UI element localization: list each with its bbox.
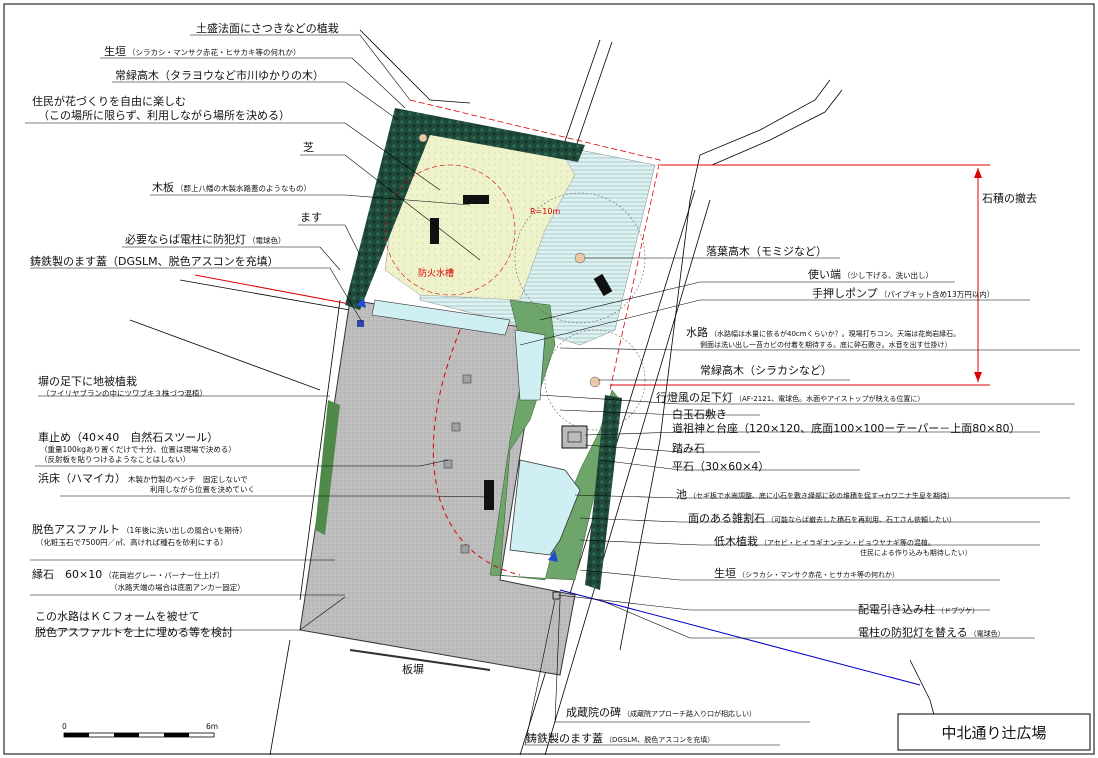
label-dosojin: 道祖神と台座（120×120、底面100×100ーテーパー－上面80×80）	[672, 421, 1021, 435]
label-channel-cover2: 脱色アスファルトを上に埋める等を検討	[35, 625, 233, 639]
label-deciduous-tree: 落葉高木（モミジなど）	[706, 244, 827, 258]
label-curb-note: （水路天端の場合は底面アンカー固定）	[110, 582, 245, 592]
label-iron-cover-bottom: 鋳鉄製のます蓋 （DGSLM、脱色アスコンを充填）	[526, 731, 714, 745]
label-white-pebbles: 白玉石敷き	[672, 407, 727, 421]
label-lawn: 芝	[303, 141, 314, 154]
label-flat-stone: 平石（30×60×4）	[672, 460, 769, 473]
label-board-fence: 板塀	[402, 662, 424, 676]
label-fire-tank: 防火水槽	[418, 267, 454, 279]
label-stepping-stone: 踏み石	[672, 441, 705, 455]
label-split-stone: 面のある雑割石 （可能ならば撤去した積石を再利用、石工さん依頼したい）	[688, 511, 956, 525]
label-bench-note: 利用しながら位置を決めていく	[150, 484, 255, 494]
label-hedge-top: 生垣 （シラカシ・マンサク赤花・ヒサカキ等の何れか）	[104, 44, 301, 58]
label-radius: R=10m	[530, 207, 560, 216]
label-pond: 池（セギ板で水嵩調整、底に小石を敷き縁部に砂の堆積を促す→カワニナ生息を期待）	[676, 488, 954, 501]
label-ground-cover: 塀の足下に地被植栽	[38, 374, 137, 388]
label-curb: 縁石 60×10 （花崗岩グレー・バーナー仕上げ）	[32, 567, 224, 581]
label-flower-garden: 住民が花づくりを自由に楽しむ	[32, 94, 186, 108]
label-security-light: 必要ならば電柱に防犯灯 （電球色）	[125, 232, 286, 246]
label-slope-planting: 土盛法面にさつきなどの植栽	[196, 21, 339, 35]
label-iron-cover: 鋳鉄製のます蓋（DGSLM、脱色アスコンを充填）	[30, 254, 279, 268]
label-hand-pump: 手押しポンプ （パイプキット含め13万円以内）	[812, 286, 994, 300]
label-monument: 成蔵院の碑 （成蔵院アプローチ路入り口が相応しい）	[566, 705, 756, 719]
drawing-title: 中北通り辻広場	[941, 724, 1046, 742]
label-pole-light: 電柱の防犯灯を替える （電球色）	[858, 625, 1005, 639]
label-shrubs-note: 住民による作り込みも期待したい）	[860, 548, 972, 557]
label-waterway-note: 側面は洗い出し一苔カビの付着を期待する。底に砕石敷き。水音を出す仕掛け）	[700, 340, 952, 349]
label-service-pole: 配電引き込み柱 （ドブヅケ）	[858, 602, 979, 616]
label-ground-cover-note: （フイリヤブランの中にツワブキ３株づつ混植）	[42, 388, 207, 398]
label-bench: 浜床（ハマイカ） 木製か竹製のベンチ 固定しないで	[38, 471, 248, 485]
label-shrubs: 低木植栽 （アセビ・ヒイラギナンテン・ビョウヤナギ等の混植。	[714, 534, 935, 548]
label-evergreen-shirakashi: 常緑高木（シラカシなど）	[700, 363, 832, 377]
label-flower-garden-note: （この場所に限らず、利用しながら場所を決める）	[38, 108, 290, 122]
label-foot-light: 行燈風の足下灯 （AF-2121、電球色。水面やアイストップが映える位置に）	[656, 390, 924, 404]
label-evergreen-tree: 常緑高木（タラヨウなど市川ゆかりの木）	[115, 68, 324, 82]
label-hedge-bottom: 生垣 （シラカシ・マンサク赤花・ヒサカキ等の何れか）	[714, 566, 899, 580]
label-waterway: 水路 （水路幅は水量に依るが40cmくらいか？。現場打ちコン。天端は花崗岩縁石。	[686, 326, 960, 339]
scale-end: 6m	[206, 722, 218, 731]
label-car-stop: 車止め（40×40 自然石スツール）	[38, 430, 218, 444]
scale-zero: 0	[62, 722, 67, 731]
label-car-stop-note2: （反射板を貼りつけるようなことはしない）	[40, 454, 190, 464]
label-channel-cover1: この水路はＫＣフォームを被せて	[35, 610, 200, 623]
label-masu: ます	[300, 211, 322, 224]
label-wood-board: 木板 （郡上八幡の木製水路蓋のようなもの）	[152, 180, 311, 194]
label-stone-removal: 石積の撤去	[982, 191, 1037, 205]
label-washing-edge: 使い端 （少し下げる、洗い出し）	[808, 268, 933, 281]
label-layer: 土盛法面にさつきなどの植栽 生垣 （シラカシ・マンサク赤花・ヒサカキ等の何れか） …	[30, 21, 1047, 745]
label-asphalt-note: （化粧玉石で7500円／㎡、高ければ種石を砂利にする）	[36, 537, 228, 547]
label-asphalt: 脱色アスファルト （1年後に洗い出しの風合いを期待）	[32, 522, 247, 536]
label-car-stop-note1: （重量100kgあり置くだけで十分、位置は現場で決める）	[40, 444, 236, 454]
